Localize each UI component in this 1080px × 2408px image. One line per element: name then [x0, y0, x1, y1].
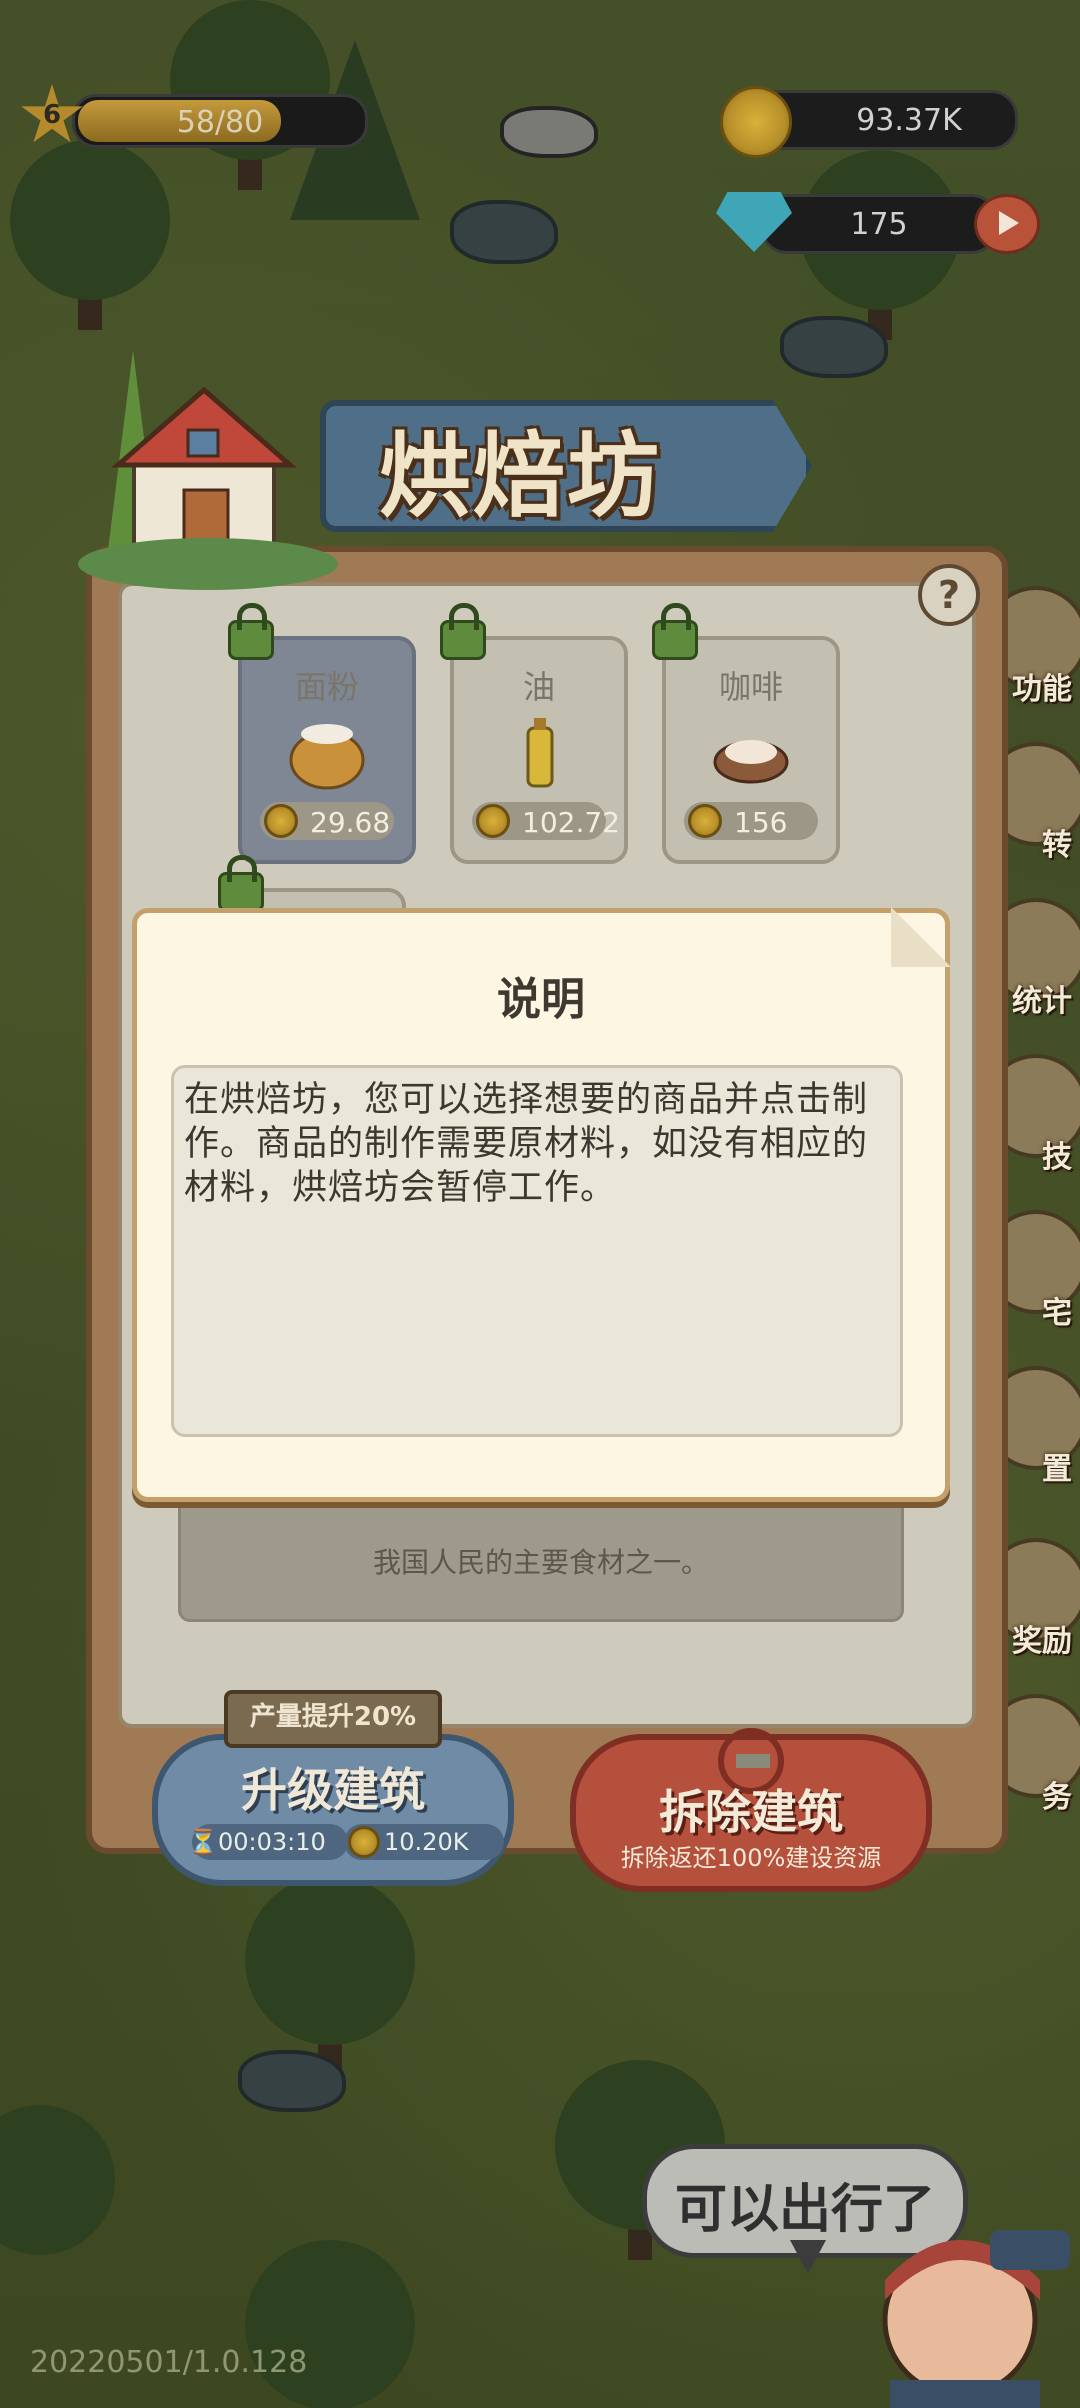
side-menu-label: 奖励	[1012, 1624, 1072, 1659]
coffee-cup-icon	[713, 740, 789, 784]
building-title-banner: 烘焙坊	[320, 380, 812, 550]
coin-icon	[720, 86, 792, 158]
level-number: 6	[42, 100, 62, 130]
upgrade-time-text: 00:03:10	[218, 1828, 326, 1856]
coin-icon	[476, 804, 510, 838]
demolish-label: 拆除建筑	[659, 1785, 843, 1839]
coin-icon	[264, 804, 298, 838]
product-card[interactable]: 咖啡 156	[652, 603, 840, 864]
side-menu-label: 功能	[1012, 672, 1072, 707]
player-level-bar: 58/80 6	[20, 84, 368, 148]
info-modal: 说明 在烘焙坊，您可以选择想要的商品并点击制作。商品的制作需要原材料，如没有相应…	[132, 907, 951, 1502]
upgrade-cost: 10.20K	[344, 1824, 504, 1860]
demolish-subtitle: 拆除返还100%建设资源	[620, 1844, 882, 1872]
flour-sack-icon	[289, 724, 365, 790]
coin-icon	[348, 1826, 380, 1858]
side-menu-label: 统计	[1012, 984, 1072, 1019]
unlock-icon	[652, 603, 698, 660]
modal-corner-fold	[891, 907, 951, 967]
unlock-icon	[228, 603, 274, 660]
product-name: 面粉	[294, 668, 359, 706]
oil-bottle-icon	[526, 718, 554, 788]
upgrade-building-button[interactable]: 升级建筑 ⏳ 00:03:10 10.20K	[152, 1734, 514, 1886]
product-price-text: 29.68	[310, 806, 391, 839]
building-title: 烘焙坊	[378, 423, 661, 530]
side-menu-label: 务	[1042, 1780, 1072, 1815]
side-menu-label: 置	[1042, 1452, 1072, 1487]
gem-counter: 175	[760, 194, 998, 254]
product-price: 102.72	[472, 802, 620, 840]
product-price-text: 156	[734, 806, 788, 839]
production-boost-tag: 产量提升20%	[224, 1690, 442, 1748]
item-description-box: 我国人民的主要食材之一。	[178, 1496, 904, 1622]
upgrade-label: 升级建筑	[241, 1763, 425, 1817]
bakery-house-icon	[78, 350, 338, 590]
demolish-building-button[interactable]: 拆除建筑 拆除返还100%建设资源	[570, 1728, 932, 1892]
side-menu-label: 技	[1042, 1140, 1072, 1175]
product-name: 油	[522, 668, 555, 706]
item-description-text: 我国人民的主要食材之一。	[372, 1546, 709, 1579]
guide-character[interactable]	[790, 2220, 1080, 2408]
side-menu-label: 宅	[1042, 1296, 1072, 1331]
coin-amount: 93.37K	[856, 103, 962, 138]
product-card[interactable]: 油 102.72	[440, 603, 628, 864]
modal-body-text: 在烘焙坊，您可以选择想要的商品并点击制作。商品的制作需要原材料，如没有相应的材料…	[184, 1080, 869, 1208]
add-gems-button[interactable]	[974, 194, 1040, 254]
product-price-text: 102.72	[522, 806, 620, 839]
product-price: 29.68	[260, 802, 394, 840]
version-label: 20220501/1.0.128	[30, 2345, 308, 2380]
unlock-icon	[440, 603, 486, 660]
product-name: 咖啡	[718, 668, 783, 706]
gem-amount: 175	[850, 207, 908, 242]
modal-body: 在烘焙坊，您可以选择想要的商品并点击制作。商品的制作需要原材料，如没有相应的材料…	[171, 1065, 903, 1437]
upgrade-cost-text: 10.20K	[384, 1828, 469, 1856]
side-menu-label: 转	[1042, 828, 1072, 863]
unlock-icon	[218, 855, 264, 912]
xp-progress-track: 58/80	[72, 94, 368, 148]
upgrade-time: ⏳ 00:03:10	[188, 1824, 348, 1860]
help-button[interactable]: ?	[918, 564, 980, 626]
modal-title: 说明	[497, 974, 585, 1025]
xp-text: 58/80	[176, 105, 264, 140]
coin-icon	[688, 804, 722, 838]
product-price: 156	[684, 802, 818, 840]
hourglass-icon: ⏳	[188, 1828, 218, 1856]
product-card[interactable]: 面粉 29.68	[228, 603, 416, 864]
